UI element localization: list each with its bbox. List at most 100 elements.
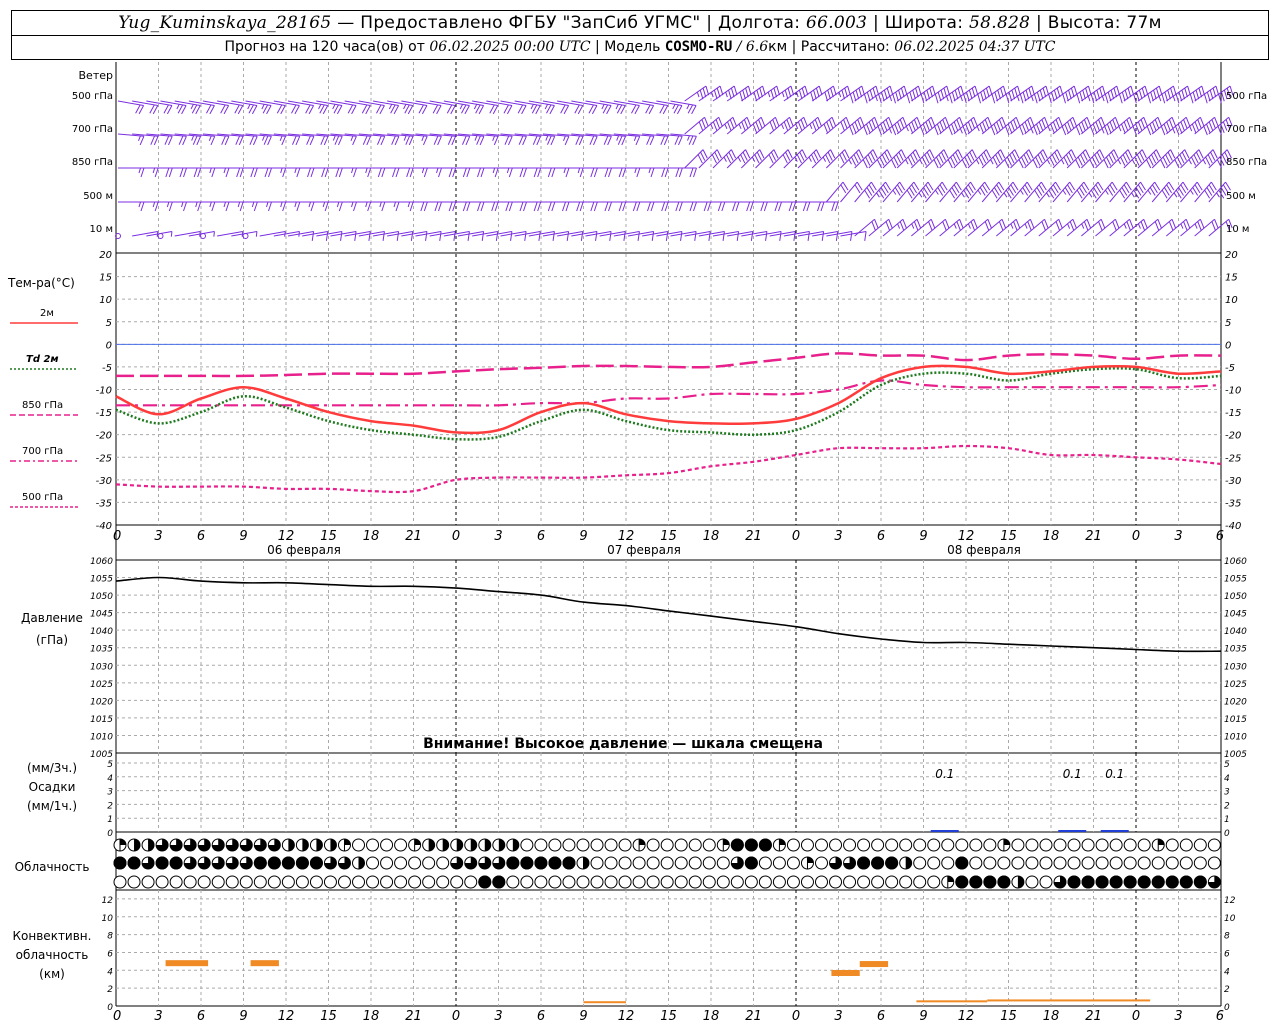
cloud-symbol-1-57 (913, 856, 927, 870)
wind-barb-2-35 (613, 167, 641, 178)
wind-barb-3-8 (231, 201, 258, 212)
x-tick-top-8: 0 (452, 529, 460, 544)
cloud-symbol-2-2 (141, 875, 155, 889)
cloud-symbol-2-66 (1039, 875, 1053, 889)
convective-bar-0 (165, 960, 209, 967)
wind-barb-3-74 (1165, 181, 1189, 203)
pres-ytick-left-1060: 1060 (90, 557, 113, 567)
cloud-symbol-2-53 (857, 875, 871, 889)
wind-barb-3-1 (132, 201, 159, 212)
cloud-symbol-0-69 (1081, 838, 1095, 852)
cloud-symbol-1-48 (786, 856, 800, 870)
cloud-symbol-1-3 (155, 856, 169, 870)
wind-barb-2-10 (259, 167, 287, 178)
wind-barb-3-27 (500, 201, 527, 212)
cloud-symbol-2-40 (674, 875, 688, 889)
cloud-symbol-2-59 (941, 875, 955, 889)
wind-barb-3-58 (939, 181, 962, 203)
wind-barb-2-11 (273, 167, 301, 178)
cloud-symbol-1-28 (506, 856, 520, 870)
wind-barb-2-72 (1137, 149, 1162, 169)
cloud-symbol-0-42 (702, 838, 716, 852)
wind-level-500hpa-right: 500 гПа (1226, 91, 1267, 102)
pres-ytick-left-1030: 1030 (90, 662, 113, 672)
wind-barb-2-40 (684, 149, 708, 169)
wind-barb-2-71 (1123, 149, 1147, 169)
wind-barb-2-50 (825, 149, 850, 169)
pres-ytick-left-1020: 1020 (90, 697, 113, 707)
wind-level-700hpa: 700 гПа (72, 124, 113, 135)
temp-ytick-left--40: -40 (96, 521, 112, 532)
cloud-symbol-1-4 (169, 856, 183, 870)
cloud-symbol-0-40 (674, 838, 688, 852)
x-tick-top-24: 0 (1132, 529, 1140, 544)
wind-barb-3-25 (472, 201, 499, 212)
temp-ytick-left--15: -15 (96, 408, 112, 419)
wind-barb-3-31 (557, 201, 584, 212)
cloud-symbol-0-51 (829, 838, 843, 852)
x-tick-bottom-10: 6 (537, 1009, 545, 1024)
x-tick-top-25: 3 (1174, 529, 1182, 544)
wind-barb-3-63 (1010, 181, 1033, 203)
cloud-symbol-2-26 (478, 875, 492, 889)
pres-ytick-right-1030: 1030 (1224, 662, 1247, 672)
wind-barb-2-23 (443, 167, 471, 178)
legend-t2m-label: 2м (40, 308, 54, 319)
wind-barb-3-9 (245, 201, 272, 212)
wind-barb-3-69 (1095, 181, 1118, 203)
precip-annotation-1: 0.1 (1063, 767, 1082, 781)
conv-ytick-right-8: 8 (1224, 932, 1230, 942)
prec-ytick-right-3: 3 (1224, 788, 1230, 798)
wind-barb-2-37 (642, 167, 669, 178)
x-tick-top-21: 15 (1000, 529, 1017, 544)
convective-bar-4 (583, 1001, 626, 1004)
wind-barb-2-18 (373, 167, 400, 178)
wind-level-500m-right: 500 м (1226, 191, 1256, 202)
cloud-symbol-2-72 (1123, 875, 1137, 889)
cloud-symbol-1-32 (562, 856, 576, 870)
x-tick-bottom-22: 18 (1043, 1009, 1060, 1024)
temp-ytick-left--10: -10 (96, 386, 112, 397)
x-tick-top-2: 6 (197, 529, 205, 544)
wind-barb-1-0 (117, 133, 145, 146)
conv-ytick-left-0: 0 (107, 1003, 113, 1013)
cloud-symbol-1-35 (604, 856, 618, 870)
wind-barb-3-35 (613, 201, 641, 212)
prec-ytick-left-5: 5 (107, 760, 113, 770)
conv-ytick-left-8: 8 (107, 932, 113, 942)
cloud-symbol-1-46 (758, 856, 772, 870)
conv-ytick-left-6: 6 (107, 949, 113, 959)
cloud-symbol-1-60 (955, 856, 969, 870)
wind-barb-3-26 (486, 201, 513, 212)
wind-barb-2-60 (967, 149, 992, 169)
temp-ytick-left--20: -20 (96, 431, 112, 442)
x-tick-top-18: 6 (877, 529, 885, 544)
cloud-symbol-2-23 (436, 875, 450, 889)
wind-barb-2-8 (231, 167, 258, 178)
cloud-symbol-2-21 (408, 875, 422, 889)
x-tick-bottom-11: 9 (579, 1009, 587, 1024)
pres-ytick-right-1045: 1045 (1224, 610, 1247, 620)
cloud-symbol-0-77 (1193, 838, 1207, 852)
wind-barb-2-66 (1052, 149, 1077, 169)
wind-barb-3-34 (599, 201, 627, 212)
cloud-symbol-0-65 (1025, 838, 1039, 852)
cloud-symbol-2-4 (169, 875, 183, 889)
conv-ytick-right-2: 2 (1224, 985, 1230, 995)
cloud-symbol-1-41 (688, 856, 702, 870)
conv-ytick-left-4: 4 (107, 967, 113, 977)
cloud-symbol-2-41 (688, 875, 702, 889)
x-tick-top-22: 18 (1043, 529, 1060, 544)
wind-barb-2-20 (401, 167, 428, 178)
wind-barb-2-45 (755, 149, 779, 169)
cloud-symbol-2-18 (366, 875, 380, 889)
cloud-symbol-1-16 (337, 856, 351, 870)
cloud-symbol-2-60 (955, 875, 969, 889)
cloud-symbol-2-69 (1081, 875, 1095, 889)
precip-unit-1h: (мм/1ч.) (27, 799, 77, 813)
pres-ytick-left-1040: 1040 (90, 627, 113, 637)
wind-barb-3-71 (1123, 181, 1146, 203)
wind-barb-3-20 (401, 201, 428, 212)
cloud-symbol-0-61 (969, 838, 983, 852)
wind-barb-3-16 (344, 201, 372, 212)
